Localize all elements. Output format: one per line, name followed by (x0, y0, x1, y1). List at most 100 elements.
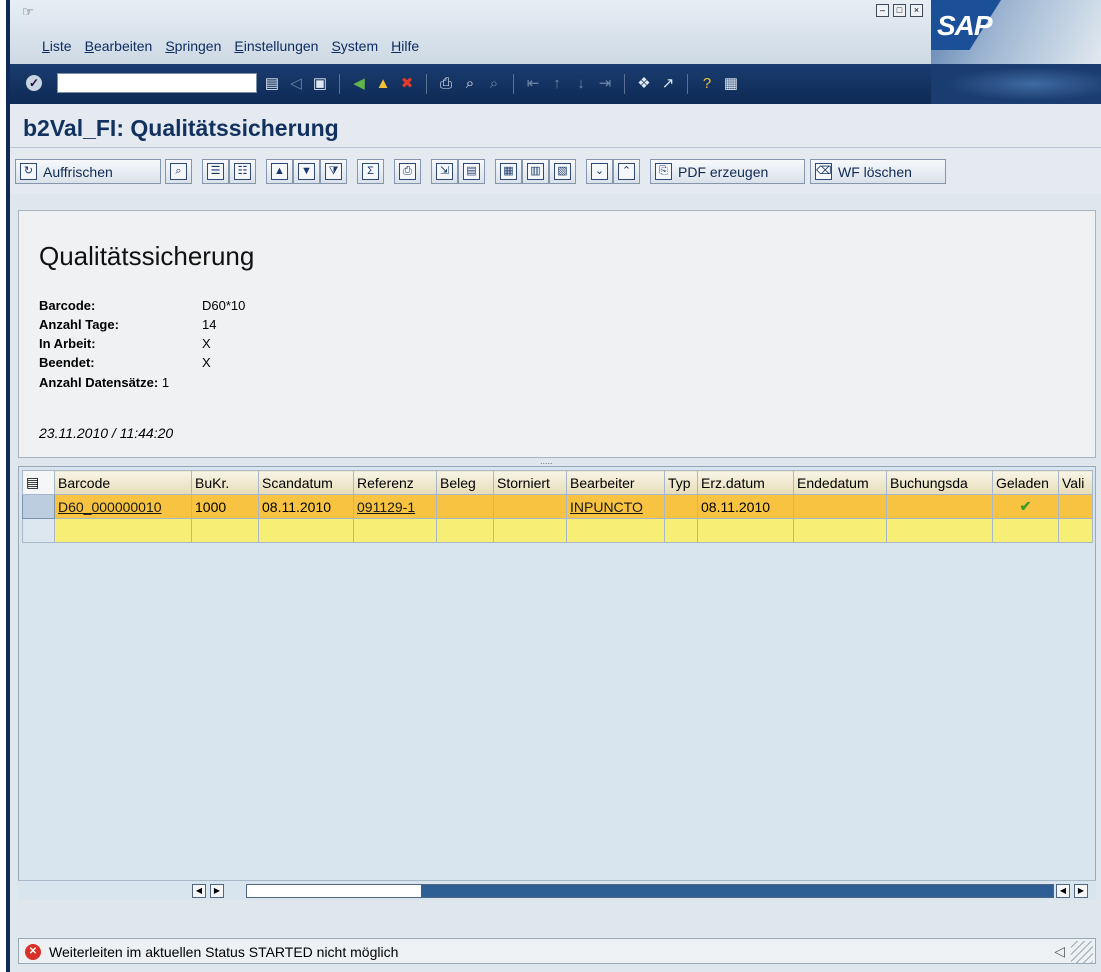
collapse-button[interactable]: ⌃ (613, 159, 640, 184)
command-history-icon[interactable]: ▤ (263, 75, 281, 93)
collapse-icon: ⌃ (618, 163, 635, 180)
column-header[interactable]: Typ (664, 470, 698, 495)
column-header[interactable]: Beleg (436, 470, 494, 495)
scroll-left-icon[interactable]: ◀ (192, 884, 206, 898)
menu-liste[interactable]: Liste (42, 38, 72, 54)
close-button[interactable]: × (910, 4, 923, 17)
change-layout-button[interactable]: ▦ (495, 159, 522, 184)
field-value: 14 (202, 317, 217, 332)
column-header[interactable]: Scandatum (258, 470, 354, 495)
exit-icon[interactable]: ▲ (374, 75, 392, 93)
create-session-icon[interactable]: ❖ (635, 75, 653, 93)
export-button[interactable]: ⇲ (431, 159, 458, 184)
select-layout-button[interactable]: ▥ (522, 159, 549, 184)
scroll-right-icon[interactable]: ▶ (1074, 884, 1088, 898)
total-button[interactable]: Σ (357, 159, 384, 184)
details-button[interactable]: ⌕ (165, 159, 192, 184)
status-message[interactable]: Weiterleiten im aktuellen Status STARTED… (49, 944, 398, 960)
filter-icon: ⧩ (325, 163, 342, 180)
minimize-button[interactable]: – (876, 4, 889, 17)
menu-springen[interactable]: Springen (165, 38, 221, 54)
row-selector[interactable] (22, 494, 55, 519)
separator (513, 74, 514, 94)
scroll-track[interactable] (246, 884, 1054, 898)
column-header[interactable]: Storniert (493, 470, 567, 495)
scroll-thumb[interactable] (247, 885, 421, 897)
column-header[interactable]: Buchungsda (886, 470, 993, 495)
scroll-left-icon[interactable]: ◀ (1056, 884, 1070, 898)
sap-logo-text: SAP (937, 10, 993, 41)
cell-bearbeiter[interactable]: INPUNCTO (566, 494, 665, 519)
timestamp: 23.11.2010 / 11:44:20 (39, 425, 174, 441)
empty-cell (54, 518, 192, 543)
column-header[interactable]: Erz.datum (697, 470, 794, 495)
column-header[interactable]: Barcode (54, 470, 192, 495)
horizontal-scrollbar[interactable]: ◀ ▶ ◀ ▶ (18, 880, 1096, 900)
deselect-all-button[interactable]: ☷ (229, 159, 256, 184)
print-icon[interactable]: ⎙ (437, 75, 455, 93)
cell-barcode[interactable]: D60_000000010 (54, 494, 192, 519)
splitter-handle[interactable]: ..... (540, 456, 553, 466)
help-icon[interactable]: ? (698, 75, 716, 93)
select-all-rows-icon[interactable]: ▤ (22, 470, 55, 495)
shortcut-icon[interactable]: ↗ (659, 75, 677, 93)
result-table: ▤ Barcode BuKr. Scandatum Referenz Beleg… (22, 470, 1093, 543)
sort-descending-button[interactable]: ▼ (293, 159, 320, 184)
command-field[interactable] (57, 73, 257, 93)
table-row-empty[interactable] (22, 518, 1093, 543)
column-header[interactable]: BuKr. (191, 470, 259, 495)
header-info-panel: Qualitätssicherung Barcode: D60*10 Anzahl… (18, 210, 1096, 458)
pdf-label: PDF erzeugen (678, 163, 769, 180)
cell-referenz[interactable]: 091129-1 (353, 494, 437, 519)
menu-hilfe[interactable]: Hilfe (391, 38, 419, 54)
next-page-icon[interactable]: ↓ (572, 75, 590, 93)
export-icon: ⇲ (436, 163, 453, 180)
save-icon[interactable]: ▣ (311, 75, 329, 93)
word-processing-button[interactable]: ▤ (458, 159, 485, 184)
print-preview-button[interactable]: ⎙ (394, 159, 421, 184)
sort-ascending-button[interactable]: ▲ (266, 159, 293, 184)
last-page-icon[interactable]: ⇥ (596, 75, 614, 93)
back-icon[interactable]: ◀ (350, 75, 368, 93)
referenz-link[interactable]: 091129-1 (357, 499, 415, 515)
table-header-row: ▤ Barcode BuKr. Scandatum Referenz Beleg… (22, 470, 1093, 495)
customize-layout-icon[interactable]: ▦ (722, 75, 740, 93)
filter-button[interactable]: ⧩ (320, 159, 347, 184)
save-layout-button[interactable]: ▧ (549, 159, 576, 184)
expand-button[interactable]: ⌄ (586, 159, 613, 184)
menu-list: Liste Bearbeiten Springen Einstellungen … (42, 38, 432, 54)
empty-cell (566, 518, 665, 543)
cancel-icon[interactable]: ✖ (398, 75, 416, 93)
wf-delete-button[interactable]: ⌫ WF löschen (810, 159, 946, 184)
bearbeiter-link[interactable]: INPUNCTO (570, 499, 643, 515)
scroll-right-icon[interactable]: ▶ (210, 884, 224, 898)
first-page-icon[interactable]: ⇤ (524, 75, 542, 93)
menu-einstellungen[interactable]: Einstellungen (234, 38, 318, 54)
pdf-create-button[interactable]: ⎘ PDF erzeugen (650, 159, 805, 184)
system-menu-icon[interactable]: ☞ (22, 4, 34, 20)
refresh-button[interactable]: ↻ Auffrischen (15, 159, 161, 184)
menu-bearbeiten[interactable]: Bearbeiten (85, 38, 153, 54)
row-selector[interactable] (22, 518, 55, 543)
table-row[interactable]: D60_000000010 1000 08.11.2010 091129-1 I… (22, 494, 1093, 519)
previous-page-icon[interactable]: ↑ (548, 75, 566, 93)
previous-icon[interactable]: ◁ (287, 75, 305, 93)
column-header[interactable]: Referenz (353, 470, 437, 495)
enter-icon[interactable]: ✓ (26, 75, 42, 91)
select-all-button[interactable]: ☰ (202, 159, 229, 184)
status-toggle-icon[interactable]: ◁ (1054, 943, 1065, 960)
column-header[interactable]: Endedatum (793, 470, 887, 495)
maximize-button[interactable]: □ (893, 4, 906, 17)
barcode-link[interactable]: D60_000000010 (58, 499, 162, 515)
column-header[interactable]: Vali (1058, 470, 1093, 495)
field-value: X (202, 336, 211, 351)
menu-system[interactable]: System (331, 38, 378, 54)
sum-icon: Σ (362, 163, 379, 180)
column-header[interactable]: Geladen (992, 470, 1059, 495)
find-next-icon[interactable]: ⌕ (485, 75, 503, 93)
pdf-icon: ⎘ (655, 163, 672, 180)
resize-grip[interactable] (1071, 941, 1093, 963)
layout-icon: ▦ (500, 163, 517, 180)
find-icon[interactable]: ⌕ (461, 75, 479, 93)
column-header[interactable]: Bearbeiter (566, 470, 665, 495)
